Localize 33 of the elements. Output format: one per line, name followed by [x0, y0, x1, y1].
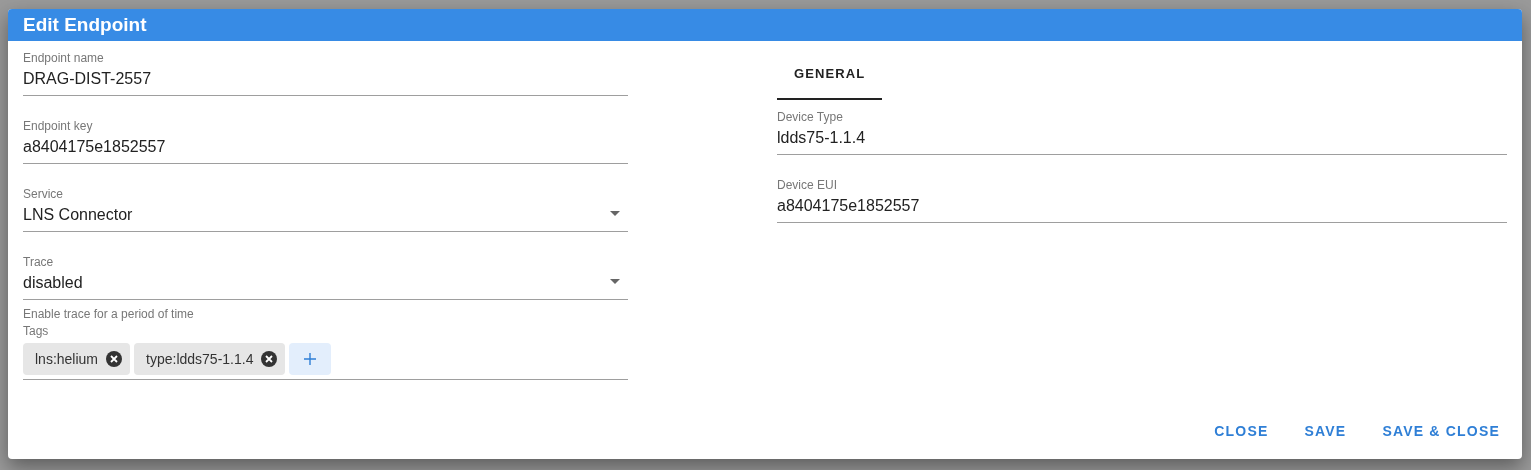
remove-icon[interactable]	[106, 351, 123, 367]
field-value: a8404175e1852557	[23, 137, 166, 157]
text-field[interactable]: Endpoint name DRAG-DIST-2557	[23, 51, 628, 96]
dialog-title: Edit Endpoint	[8, 9, 1522, 41]
text-field[interactable]: Device EUI a8404175e1852557	[777, 178, 1507, 223]
add-tag-button[interactable]	[289, 343, 332, 375]
dropdown-caret-icon	[610, 279, 620, 284]
field-value: DRAG-DIST-2557	[23, 69, 152, 89]
field-hint: Enable trace for a period of time	[23, 307, 194, 321]
remove-icon[interactable]	[261, 351, 278, 367]
tag-chip[interactable]: lns:helium	[23, 343, 131, 375]
tab[interactable]: GENERAL	[777, 57, 883, 100]
select-field[interactable]: Trace disabled	[23, 255, 628, 300]
tag-chip[interactable]: type:ldds75-1.1.4	[134, 343, 286, 375]
text-field[interactable]: Endpoint key a8404175e1852557	[23, 119, 628, 164]
dropdown-caret-icon	[610, 211, 620, 216]
field-label: Endpoint name	[23, 51, 105, 65]
field-label: Device EUI	[777, 178, 839, 192]
field-value: LNS Connector	[23, 205, 133, 225]
dialog-button[interactable]: SAVE & CLOSE	[1366, 415, 1516, 447]
field-label: Device Type	[777, 110, 844, 124]
select-field[interactable]: Service LNS Connector	[23, 187, 628, 232]
plus-icon	[304, 353, 317, 365]
text-field[interactable]: Device Type ldds75-1.1.4	[777, 110, 1507, 155]
field-value: disabled	[23, 273, 83, 293]
field-value: ldds75-1.1.4	[777, 128, 866, 148]
dialog-button[interactable]: CLOSE	[1198, 415, 1285, 447]
field-label: Trace	[23, 255, 55, 269]
field-value: a8404175e1852557	[777, 196, 920, 216]
tags-label: Tags	[23, 324, 49, 338]
dialog-button[interactable]: SAVE	[1288, 415, 1363, 447]
field-label: Endpoint key	[23, 119, 94, 133]
field-label: Service	[23, 187, 64, 201]
